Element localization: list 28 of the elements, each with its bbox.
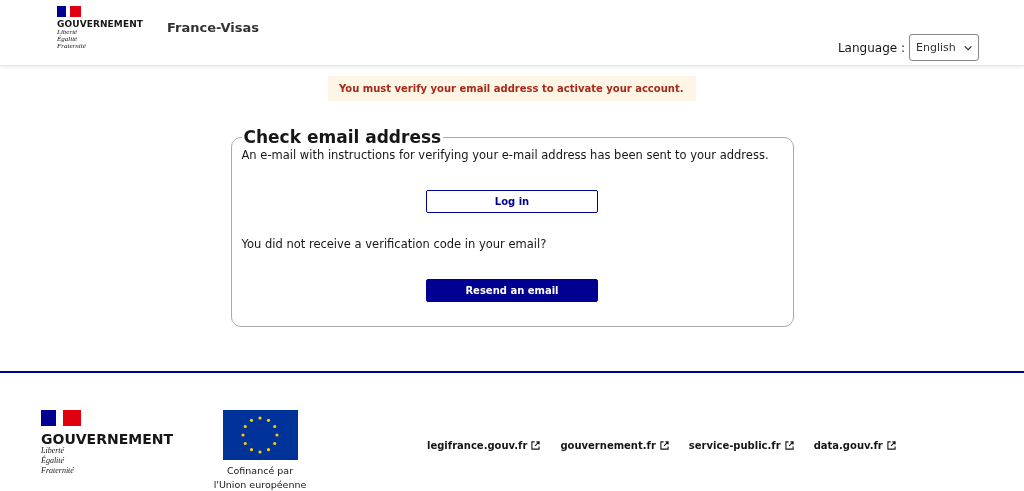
chevron-icon <box>963 44 972 51</box>
eu-flag-icon <box>222 410 298 460</box>
external-link-icon <box>886 441 896 450</box>
eu-caption: l'Union européenne <box>213 478 307 491</box>
motto-text: Égalité <box>41 456 66 466</box>
logo-text: GOUVERNEMENT <box>41 432 174 446</box>
logo-text: GOUVERNEMENT <box>57 20 144 29</box>
external-link-icon <box>784 441 794 450</box>
language-label: Language : <box>837 40 905 55</box>
question-text: You did not receive a verification code in your email? <box>241 237 548 251</box>
eu-caption: Cofinancé par <box>226 464 294 478</box>
footer-link[interactable]: service-public.fr <box>688 440 794 451</box>
external-link-icon <box>659 441 669 450</box>
flag-icon <box>57 6 81 17</box>
motto-text: Fraternité <box>41 466 75 476</box>
footer-link[interactable]: legifrance.gouv.fr <box>427 440 541 451</box>
footer-link[interactable]: gouvernement.fr <box>560 440 669 451</box>
flag-icon <box>41 410 81 426</box>
external-link-icon <box>531 441 541 450</box>
resend-button[interactable]: Resend an email <box>426 279 598 302</box>
footer-link[interactable]: data.gouv.fr <box>813 440 896 451</box>
login-button[interactable]: Log in <box>426 190 598 213</box>
panel-title: Check email address <box>242 127 443 147</box>
language-select[interactable]: English <box>909 34 979 61</box>
info-text: An e-mail with instructions for verifying your e-mail address has been sent to your address. <box>241 148 770 162</box>
motto-text: Liberté <box>41 446 66 455</box>
alert-message: You must verify your email address to activate your account. <box>328 76 696 101</box>
site-name: France-Visas <box>167 20 260 35</box>
